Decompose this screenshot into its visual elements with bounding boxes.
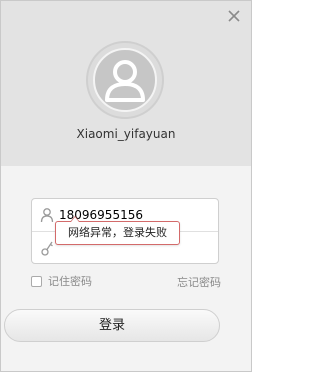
tooltip-arrow bbox=[70, 216, 80, 222]
login-window: Xiaomi_yifayuan 网络异常，登录失败 记住密码 忘记密码 登录 bbox=[0, 0, 252, 372]
remember-checkbox[interactable] bbox=[31, 275, 42, 287]
username-label: Xiaomi_yifayuan bbox=[76, 127, 176, 141]
remember-password[interactable]: 记住密码 bbox=[31, 274, 92, 288]
avatar[interactable] bbox=[86, 41, 164, 119]
remember-label: 记住密码 bbox=[48, 275, 92, 288]
forgot-password-link[interactable]: 忘记密码 bbox=[177, 274, 221, 290]
lock-icon bbox=[41, 241, 53, 256]
error-tooltip-text: 网络异常，登录失败 bbox=[68, 226, 167, 239]
login-button[interactable]: 登录 bbox=[4, 309, 220, 342]
profile-header: Xiaomi_yifayuan bbox=[1, 1, 251, 166]
close-button[interactable] bbox=[225, 7, 243, 25]
default-avatar-icon bbox=[93, 48, 157, 112]
user-icon bbox=[40, 208, 54, 223]
error-tooltip: 网络异常，登录失败 bbox=[55, 216, 180, 245]
close-icon bbox=[228, 10, 240, 22]
